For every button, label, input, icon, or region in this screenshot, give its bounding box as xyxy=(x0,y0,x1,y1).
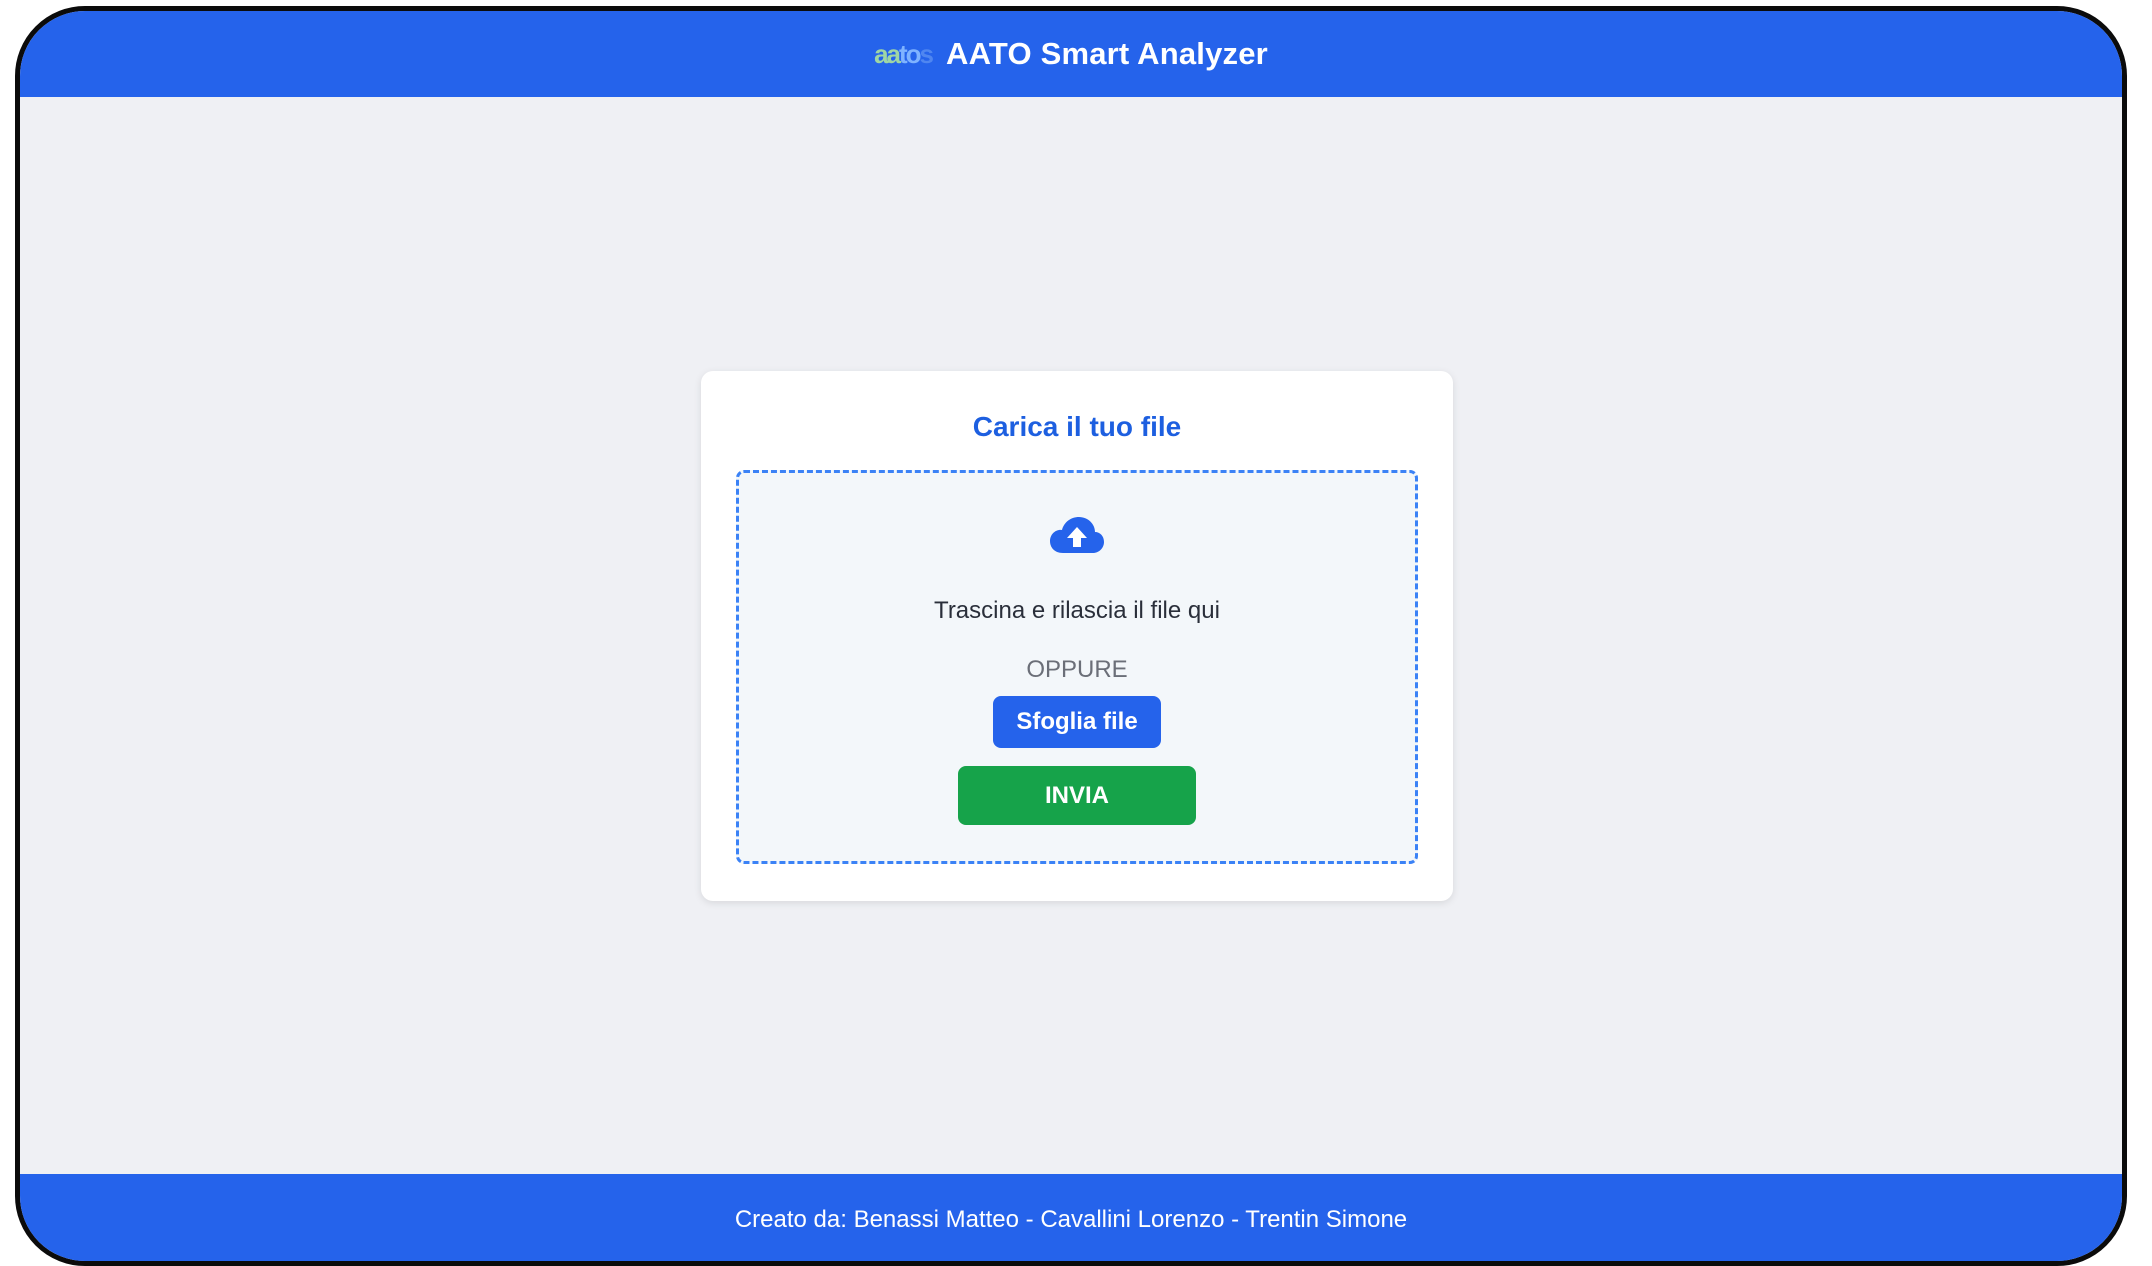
or-separator: OPPURE xyxy=(1026,656,1128,683)
aato-logo: aa to s xyxy=(874,38,934,69)
browse-file-button[interactable]: Sfoglia file xyxy=(993,696,1161,748)
app-footer: Creato da: Benassi Matteo - Cavallini Lo… xyxy=(20,1174,2122,1261)
app-window: aa to s AATO Smart Analyzer Carica il tuo … xyxy=(15,6,2127,1266)
cloud-upload-icon xyxy=(1050,517,1104,553)
credits-text: Creato da: Benassi Matteo - Cavallini Lo… xyxy=(734,1206,1408,1233)
upload-title: Carica il tuo file xyxy=(972,411,1182,442)
drop-instructions: Trascina e rilascia il file qui xyxy=(934,597,1220,624)
app-title: AATO Smart Analyzer xyxy=(946,36,1268,71)
app-header: aa to s AATO Smart Analyzer xyxy=(20,11,2122,97)
file-dropzone[interactable]: Trascina e rilascia il file qui OPPURE S… xyxy=(736,470,1418,864)
submit-button[interactable]: INVIA xyxy=(958,766,1196,825)
upload-card: Carica il tuo file Trascina e rilascia i… xyxy=(701,371,1453,901)
